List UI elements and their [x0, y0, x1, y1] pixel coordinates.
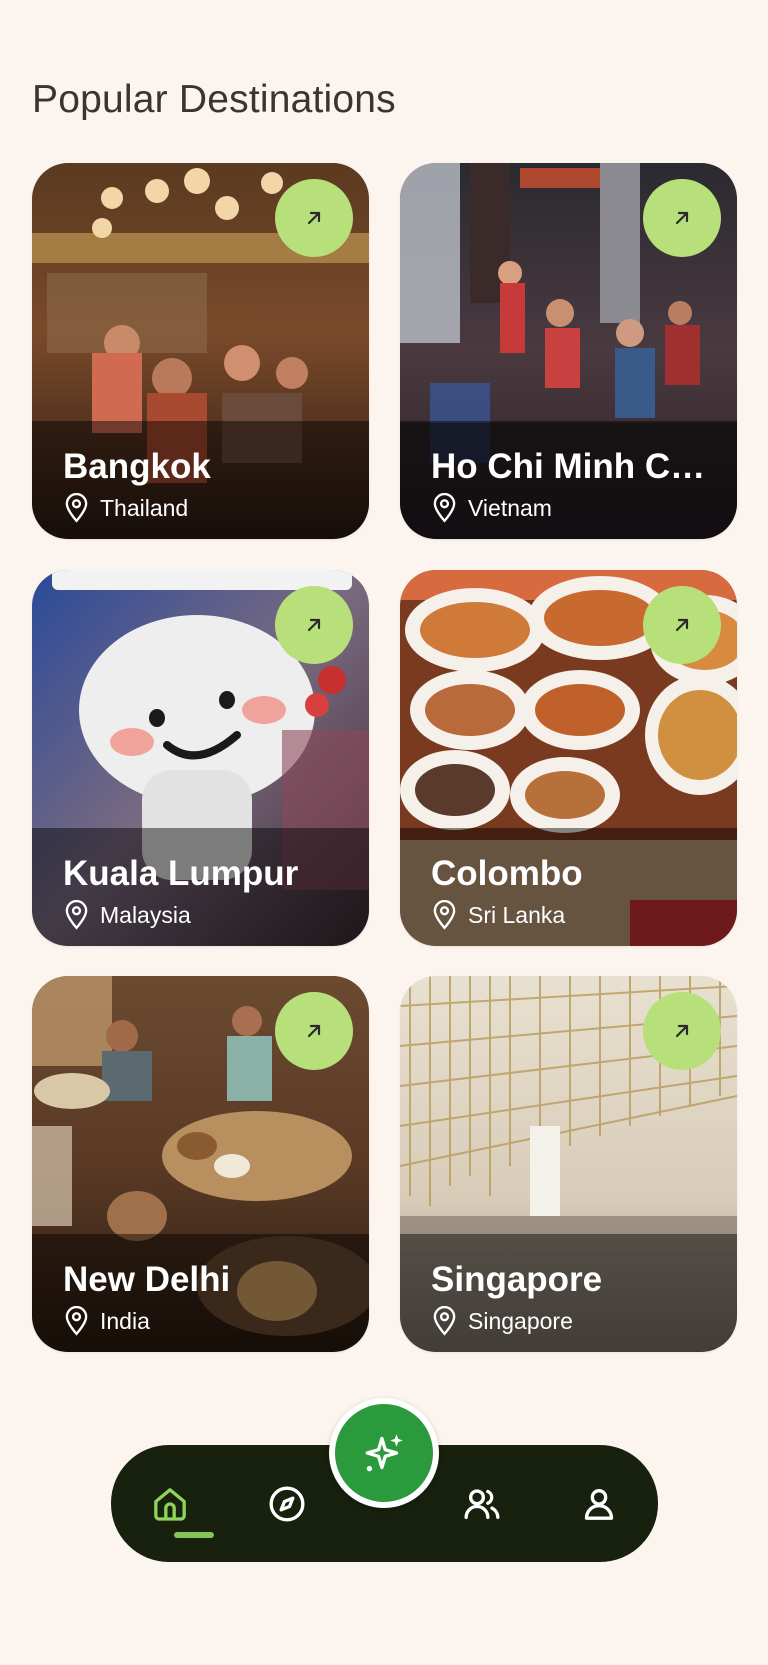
location-pin-icon	[433, 900, 456, 930]
person-icon	[584, 1488, 614, 1520]
location-pin-icon	[433, 1306, 456, 1336]
country-name: Malaysia	[100, 901, 191, 928]
arrow-up-right-icon	[307, 211, 321, 225]
country-name: India	[100, 1307, 150, 1334]
destination-card-singapore[interactable]: Singapore Singapore	[400, 976, 737, 1352]
arrow-up-right-icon	[307, 1024, 321, 1038]
compass-icon	[269, 1486, 305, 1521]
location-pin-icon	[65, 900, 88, 930]
nav-profile[interactable]	[564, 1445, 634, 1562]
sparkle-icon	[365, 1434, 403, 1472]
city-name: Colombo	[431, 854, 583, 893]
country-row: Thailand	[63, 493, 188, 523]
country-row: India	[63, 1306, 150, 1336]
destination-card-ho-chi-minh-city[interactable]: Ho Chi Minh Ci... Vietnam	[400, 163, 737, 539]
country-row: Vietnam	[431, 493, 552, 523]
destination-card-kuala-lumpur[interactable]: Kuala Lumpur Malaysia	[32, 570, 369, 946]
country-name: Thailand	[100, 494, 189, 521]
nav-community[interactable]	[447, 1445, 517, 1562]
home-icon	[154, 1487, 186, 1521]
location-pin-icon	[65, 493, 88, 523]
destination-card-bangkok[interactable]: Bangkok Thailand	[32, 163, 369, 539]
ai-assistant-button[interactable]	[329, 1398, 439, 1508]
open-arrow-button[interactable]	[275, 179, 353, 257]
nav-explore[interactable]	[252, 1445, 322, 1562]
open-arrow-button[interactable]	[643, 992, 721, 1070]
city-name: Bangkok	[63, 447, 211, 486]
active-nav-indicator	[174, 1532, 214, 1538]
country-name: Vietnam	[468, 494, 552, 521]
country-name: Singapore	[468, 1307, 573, 1334]
arrow-up-right-icon	[675, 618, 689, 632]
location-pin-icon	[433, 493, 456, 523]
arrow-up-right-icon	[675, 1024, 689, 1038]
destination-card-colombo[interactable]: Colombo Sri Lanka	[400, 570, 737, 946]
nav-home[interactable]	[135, 1445, 214, 1562]
city-name: Kuala Lumpur	[63, 854, 299, 893]
arrow-up-right-icon	[307, 618, 321, 632]
destination-card-new-delhi[interactable]: New Delhi India	[32, 976, 369, 1352]
open-arrow-button[interactable]	[643, 179, 721, 257]
city-name: Singapore	[431, 1260, 603, 1299]
open-arrow-button[interactable]	[643, 586, 721, 664]
country-row: Singapore	[431, 1306, 573, 1336]
people-icon	[464, 1488, 500, 1519]
city-name: Ho Chi Minh Ci...	[431, 447, 707, 486]
open-arrow-button[interactable]	[275, 992, 353, 1070]
arrow-up-right-icon	[675, 211, 689, 225]
country-row: Sri Lanka	[431, 900, 565, 930]
page-title: Popular Destinations	[32, 78, 396, 121]
city-name: New Delhi	[63, 1260, 231, 1299]
country-name: Sri Lanka	[468, 901, 566, 928]
location-pin-icon	[65, 1306, 88, 1336]
country-row: Malaysia	[63, 900, 191, 930]
open-arrow-button[interactable]	[275, 586, 353, 664]
